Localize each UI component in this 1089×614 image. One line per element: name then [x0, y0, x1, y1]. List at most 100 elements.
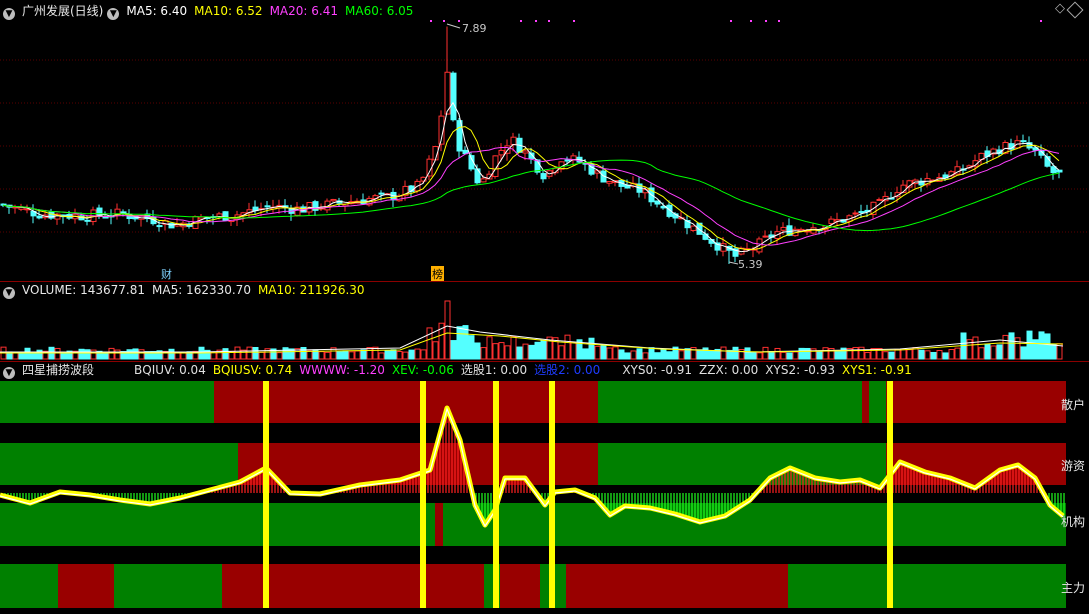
- volume-bar: [396, 351, 403, 360]
- zhuli-band: [222, 564, 484, 608]
- volume-bar: [24, 347, 31, 360]
- collapse-arrow-icon[interactable]: ▼: [3, 287, 15, 299]
- signal-dot: [535, 20, 537, 22]
- volume-bar: [324, 351, 331, 360]
- signal-dot: [1040, 20, 1042, 22]
- volume-bar: [498, 342, 505, 360]
- candle-body: [858, 211, 865, 214]
- collapse-arrow-icon[interactable]: ▼: [3, 367, 15, 379]
- volume-bar: [666, 351, 673, 360]
- signal-bar: [263, 381, 269, 608]
- volume-bar: [252, 347, 259, 360]
- volume-bar: [1020, 346, 1027, 360]
- volume-bar: [420, 349, 427, 360]
- volume-bar: [936, 349, 943, 360]
- volume-bar: [360, 349, 367, 360]
- finance-marker[interactable]: 财: [161, 266, 172, 282]
- volume-ma10: MA10: 211926.30: [257, 283, 365, 297]
- candle-body: [690, 225, 697, 231]
- youzi-band: [0, 443, 238, 485]
- row-label-sanhu: 散户: [1060, 398, 1085, 412]
- zhuli-band: [500, 564, 540, 608]
- signal-dot: [730, 20, 732, 22]
- sanhu-band: [0, 381, 214, 423]
- volume-bar: [1014, 337, 1021, 360]
- volume-bar: [930, 351, 937, 360]
- candle-body: [330, 198, 337, 202]
- indicator-value: 选股2: 0.00: [534, 363, 601, 377]
- candle-body: [156, 225, 163, 228]
- volume-bar: [996, 344, 1003, 360]
- candle-body: [720, 243, 727, 252]
- zhuli-band: [114, 564, 222, 608]
- candle-body: [828, 218, 835, 224]
- candle-body: [540, 173, 547, 180]
- indicator-value: ZZX: 0.00: [699, 363, 759, 377]
- candlestick-series: [0, 20, 1063, 265]
- volume-bar: [282, 347, 289, 360]
- volume-bar: [750, 352, 757, 360]
- volume-bar: [414, 348, 421, 360]
- high-pointer: [446, 23, 461, 29]
- volume-bar: [408, 349, 415, 360]
- volume-bar: [246, 346, 253, 360]
- billboard-marker[interactable]: 榜: [431, 266, 444, 282]
- volume-bar: [822, 347, 829, 360]
- volume-bar: [138, 349, 145, 360]
- indicator-value: XYS1: -0.91: [842, 363, 912, 377]
- volume-bar: [882, 351, 889, 360]
- volume-bar: [606, 347, 613, 360]
- volume-bar: [696, 349, 703, 360]
- candle-body: [96, 207, 103, 217]
- volume-bar: [972, 336, 979, 360]
- volume-bar: [564, 334, 571, 360]
- volume-bar: [588, 337, 595, 360]
- candle-body: [168, 222, 175, 229]
- candle-body: [876, 198, 883, 201]
- volume-bar: [1050, 343, 1057, 360]
- signal-dot: [750, 20, 752, 22]
- volume-bar: [426, 327, 433, 360]
- youzi-band: [886, 443, 1066, 485]
- candle-body: [480, 178, 487, 183]
- signal-bar: [887, 381, 893, 608]
- volume-bar: [474, 342, 481, 360]
- volume-bar: [780, 351, 787, 360]
- signal-bar: [549, 381, 555, 608]
- high-price-label: 7.89: [462, 22, 487, 35]
- low-price-label: 5.39: [738, 258, 763, 271]
- volume-bar: [222, 348, 229, 360]
- volume-value: VOLUME: 143677.81: [22, 283, 145, 297]
- youzi-band: [238, 443, 598, 485]
- volume-bar: [336, 351, 343, 360]
- indicator-value: BQIUSV: 0.74: [212, 363, 293, 377]
- volume-bar: [462, 325, 469, 360]
- volume-bar: [180, 352, 187, 360]
- volume-bar: [384, 349, 391, 360]
- youzi-band: [598, 443, 886, 485]
- volume-bar: [486, 336, 493, 360]
- volume-bar: [1044, 333, 1051, 360]
- volume-bar: [390, 349, 397, 360]
- signal-bar: [493, 381, 499, 608]
- zhuli-band: [788, 564, 1066, 608]
- candle-body: [510, 136, 517, 145]
- sanhu-band: [214, 381, 598, 423]
- volume-bar: [864, 351, 871, 360]
- volume-bar: [792, 351, 799, 360]
- volume-bar: [924, 350, 931, 360]
- signal-dot: [548, 20, 550, 22]
- row-label-zhuli: 主力: [1060, 581, 1085, 595]
- indicator-value: BQIUV: 0.04: [134, 363, 206, 377]
- candle-body: [762, 235, 769, 238]
- volume-bar: [630, 350, 637, 360]
- volume-bar: [948, 349, 955, 360]
- volume-bar: [852, 346, 859, 360]
- volume-bar: [132, 348, 139, 360]
- zhuli-band: [0, 564, 58, 608]
- volume-bar: [402, 351, 409, 360]
- candle-body: [102, 216, 109, 219]
- volume-bar: [558, 345, 565, 360]
- sanhu-band: [869, 381, 886, 423]
- volume-bar: [900, 349, 907, 360]
